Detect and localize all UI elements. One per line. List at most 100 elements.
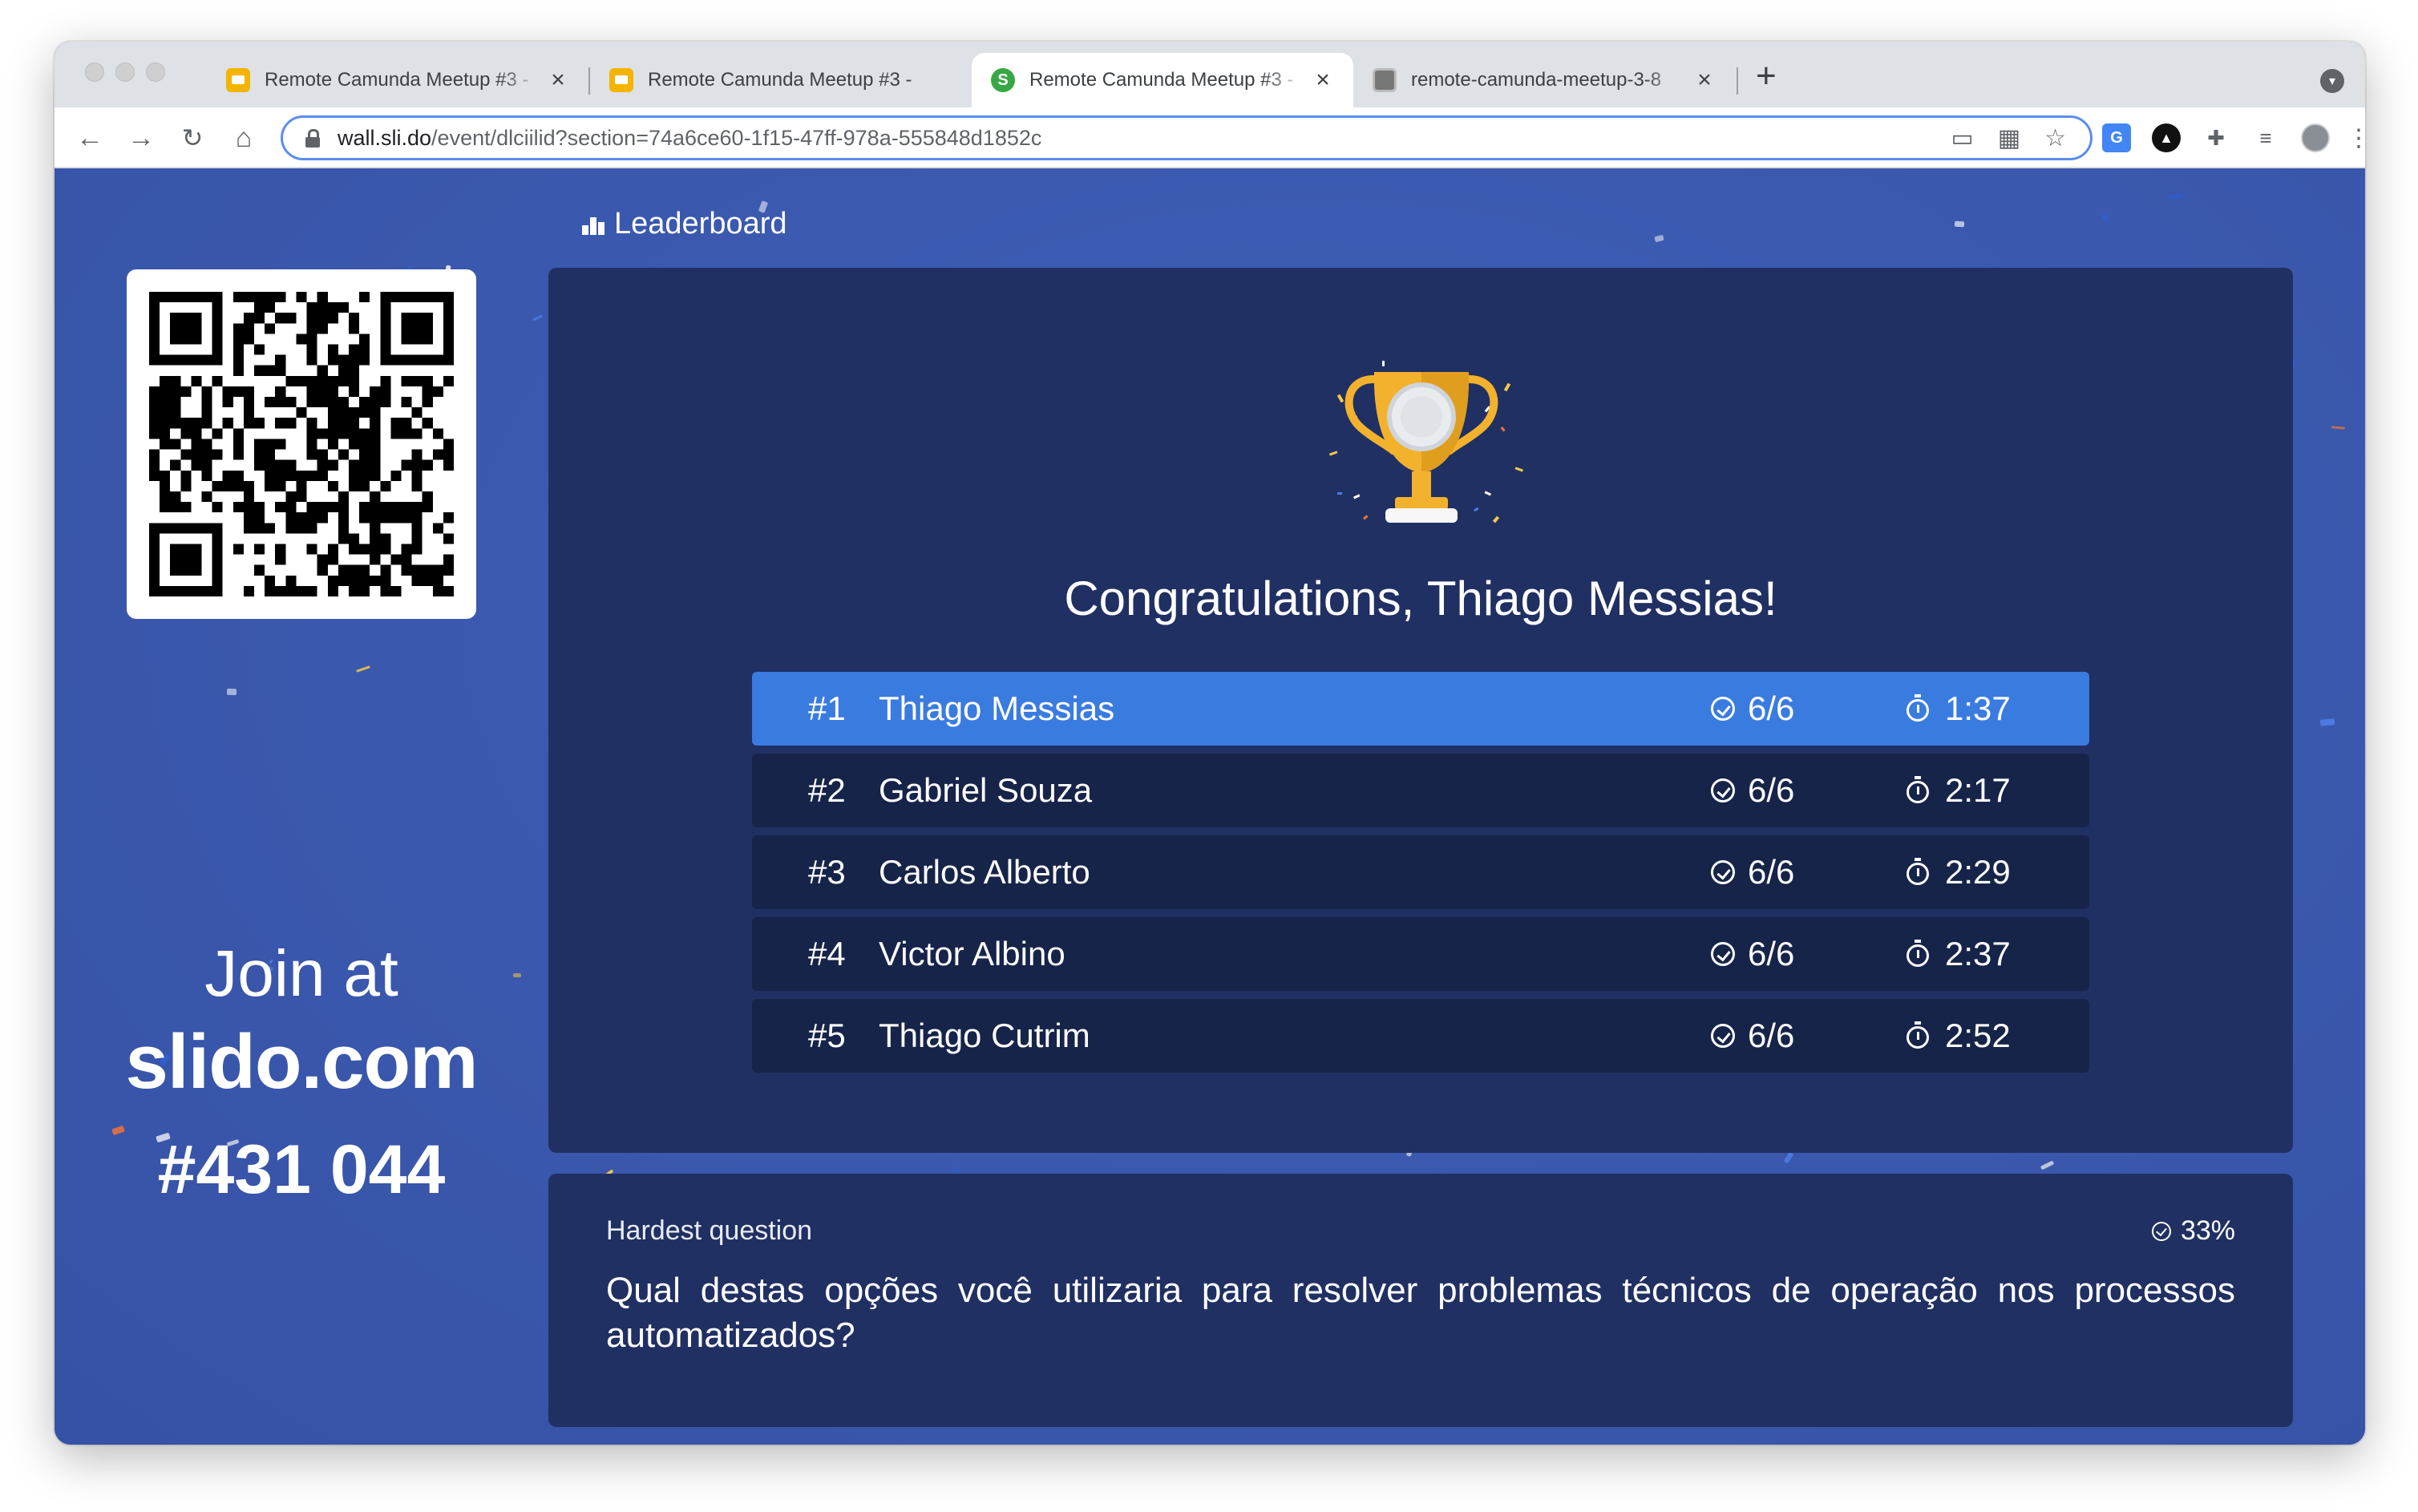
qr-code-image — [149, 292, 454, 596]
time: 2:52 — [1906, 1017, 2011, 1055]
slido-wall-page: Join at slido.com #431 044 Leaderboard C… — [55, 168, 2365, 1445]
rank: #2 — [808, 771, 846, 809]
percent-value: 33% — [2180, 1215, 2235, 1246]
tab-bar: Remote Camunda Meetup #3 - × Remote Camu… — [55, 42, 2365, 107]
time-value: 2:17 — [1945, 771, 2011, 809]
tab-title: remote-camunda-meetup-3-8 — [1411, 69, 1662, 91]
back-arrow-icon[interactable]: ← — [72, 120, 107, 156]
bookmark-star-icon[interactable]: ☆ — [2044, 124, 2066, 152]
stopwatch-icon — [1906, 694, 1929, 722]
confetti-piece — [226, 688, 237, 696]
tab-search-icon[interactable]: ▾ — [2320, 69, 2344, 93]
forward-arrow-icon[interactable]: → — [123, 120, 159, 156]
qr-code — [127, 269, 476, 619]
lock-icon — [305, 129, 320, 148]
time: 2:29 — [1906, 853, 2011, 891]
confetti-piece — [1954, 220, 1965, 228]
tab-close-icon[interactable]: × — [547, 67, 569, 94]
leaderboard-heading: Leaderboard — [582, 207, 787, 241]
tab-title: Remote Camunda Meetup #3 - — [648, 69, 912, 91]
rank: #4 — [808, 935, 846, 972]
tab-remote-camunda-meetup-image[interactable]: remote-camunda-meetup-3-8 × — [1353, 53, 1735, 107]
congratulations-message: Congratulations, Thiago Messias! — [1064, 572, 1777, 625]
check-circle-icon — [1711, 697, 1735, 721]
maximize-window-button[interactable] — [146, 63, 165, 82]
leaderboard-title: Leaderboard — [614, 207, 787, 241]
stopwatch-icon — [1906, 940, 1929, 967]
home-icon[interactable]: ⌂ — [226, 120, 261, 156]
trophy-icon — [1328, 361, 1524, 524]
address-bar[interactable]: wall.sli.do/event/dlciilid?section=74a6c… — [281, 115, 2092, 160]
participant-name: Victor Albino — [879, 935, 1065, 972]
time-value: 1:37 — [1945, 689, 2011, 727]
reload-icon[interactable]: ↻ — [175, 120, 210, 156]
rank: #3 — [808, 853, 846, 891]
tab-separator — [1737, 67, 1738, 95]
join-at-label: Join at — [204, 937, 398, 1010]
extensions-puzzle-icon[interactable]: ✚ — [2202, 123, 2230, 152]
hardest-question-label: Hardest question — [606, 1215, 813, 1246]
google-translate-icon[interactable]: G — [2102, 123, 2131, 152]
confetti-piece — [951, 1166, 960, 1174]
time-value: 2:29 — [1945, 853, 2011, 891]
participant-name: Thiago Cutrim — [879, 1017, 1090, 1054]
google-slides-icon — [226, 68, 250, 92]
leaderboard-row: #5 Thiago Cutrim 6/6 2:52 — [752, 999, 2089, 1073]
score-value: 6/6 — [1748, 853, 1795, 891]
score-value: 6/6 — [1748, 1017, 1795, 1054]
score: 6/6 — [1711, 771, 1794, 810]
confetti-piece — [1654, 234, 1664, 243]
tab-remote-camunda-meetup-slido[interactable]: S Remote Camunda Meetup #3 - × — [972, 53, 1353, 107]
qr-code-icon[interactable]: ▦ — [1998, 124, 2020, 152]
check-circle-icon — [1711, 860, 1735, 884]
more-menu-icon[interactable]: ⋮ — [2347, 123, 2365, 152]
hardest-question-percent: 33% — [2151, 1215, 2235, 1247]
omnibox-actions: ▭ ▦ ☆ — [1951, 124, 2066, 152]
tab-close-icon[interactable]: × — [1312, 67, 1334, 94]
google-slides-icon — [609, 68, 633, 92]
score-value: 6/6 — [1748, 689, 1795, 727]
extension-a-icon[interactable]: ▲ — [2152, 123, 2181, 152]
confetti-piece — [2040, 1160, 2055, 1170]
browser-window: Remote Camunda Meetup #3 - × Remote Camu… — [55, 42, 2365, 1445]
score: 6/6 — [1711, 935, 1794, 973]
check-circle-icon — [2151, 1221, 2171, 1241]
close-window-button[interactable] — [85, 63, 104, 82]
score: 6/6 — [1711, 1017, 1794, 1055]
time-value: 2:52 — [1945, 1017, 2011, 1054]
confetti-piece — [2168, 193, 2184, 200]
score: 6/6 — [1711, 689, 1794, 728]
url-path: /event/dlciilid?section=74a6ce60-1f15-47… — [431, 125, 1042, 150]
event-code: #431 044 — [157, 1131, 446, 1208]
check-circle-icon — [1711, 1024, 1735, 1048]
url-host: wall.sli.do — [338, 125, 432, 150]
leaderboard-panel: Congratulations, Thiago Messias! #1 Thia… — [548, 268, 2293, 1153]
slido-icon: S — [991, 68, 1015, 92]
leaderboard-row: #1 Thiago Messias 6/6 1:37 — [752, 672, 2089, 746]
stopwatch-icon — [1906, 858, 1929, 885]
participant-name: Thiago Messias — [879, 689, 1115, 727]
confetti-piece — [532, 314, 544, 321]
check-circle-icon — [1711, 778, 1735, 802]
profile-avatar[interactable] — [2301, 123, 2330, 152]
tab-remote-camunda-meetup-2[interactable]: Remote Camunda Meetup #3 - — [590, 53, 972, 107]
confetti-piece — [1783, 1151, 1794, 1164]
leaderboard-rows: #1 Thiago Messias 6/6 1:37 #2 Gabriel So… — [752, 672, 2089, 1081]
score: 6/6 — [1711, 853, 1794, 891]
media-control-icon[interactable]: ≡ — [2251, 123, 2280, 152]
stopwatch-icon — [1906, 776, 1929, 803]
confetti-piece — [356, 665, 370, 673]
podium-icon — [582, 212, 606, 237]
confetti-piece — [2331, 426, 2346, 430]
time: 1:37 — [1906, 689, 2011, 728]
tab-close-icon[interactable]: × — [1693, 67, 1716, 94]
cast-icon[interactable]: ▭ — [1951, 124, 1973, 152]
leaderboard-row: #4 Victor Albino 6/6 2:37 — [752, 917, 2089, 991]
hardest-question-panel: Hardest question 33% Qual destas opções … — [548, 1174, 2293, 1427]
hardest-question-text: Qual destas opções você utilizaria para … — [606, 1271, 2235, 1355]
tab-remote-camunda-meetup-1[interactable]: Remote Camunda Meetup #3 - × — [207, 53, 588, 107]
minimize-window-button[interactable] — [115, 63, 135, 82]
time: 2:17 — [1906, 771, 2011, 810]
check-circle-icon — [1711, 942, 1735, 966]
new-tab-button[interactable]: + — [1756, 56, 1777, 96]
